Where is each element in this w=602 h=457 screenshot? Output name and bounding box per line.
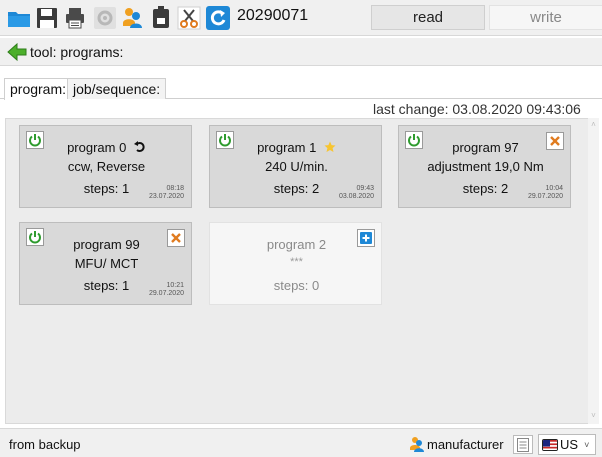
- program-timestamp: 08:18 23.07.2020: [148, 185, 184, 200]
- program-title: program 0: [20, 140, 193, 156]
- chevron-down-icon: ˅: [584, 439, 590, 450]
- write-button[interactable]: write: [489, 5, 602, 30]
- program-steps: steps: 0: [273, 278, 320, 293]
- program-title: program 97: [452, 140, 519, 155]
- document-icon[interactable]: [513, 435, 533, 454]
- last-change-label: last change: 03.08.2020 09:43:06: [373, 101, 581, 117]
- save-icon[interactable]: [34, 4, 60, 31]
- program-description: adjustment 19,0 Nm: [427, 159, 544, 174]
- program-card-3[interactable]: program 99 MFU/ MCT steps: 1 10:21 29.07.…: [19, 222, 192, 305]
- refresh-icon[interactable]: [205, 4, 231, 31]
- program-card-2[interactable]: program 97 adjustment 19,0 Nm steps: 2 1…: [398, 125, 571, 208]
- star-icon: [324, 141, 336, 156]
- program-title: program 2: [266, 237, 327, 252]
- reverse-rotation-icon: [133, 141, 146, 156]
- path-bar: tool: programs:: [0, 38, 602, 66]
- program-description: MFU/ MCT: [74, 256, 139, 271]
- tab-program[interactable]: program:: [4, 78, 73, 100]
- language-select[interactable]: US ˅: [538, 434, 596, 455]
- path-label: tool: programs:: [30, 44, 124, 60]
- program-title: program 99: [73, 237, 140, 252]
- program-description: 240 U/min.: [265, 159, 328, 174]
- print-icon[interactable]: [62, 4, 88, 31]
- scrollbar[interactable]: ˄ ˅: [588, 118, 599, 424]
- tab-bar: program: job/sequence:: [0, 78, 602, 100]
- user-role-label[interactable]: manufacturer: [427, 437, 504, 452]
- users-icon[interactable]: [120, 4, 146, 31]
- read-button[interactable]: read: [371, 5, 485, 30]
- data-source-label: from backup: [9, 437, 81, 452]
- cut-icon[interactable]: [176, 4, 202, 31]
- toolbar: 20290071 read write: [0, 0, 602, 36]
- device-identifier: 20290071: [237, 7, 309, 24]
- language-label: US: [560, 437, 579, 452]
- program-card-1[interactable]: program 1 240 U/min. steps: 2 09:43 03.08…: [209, 125, 382, 208]
- status-bar: from backup manufacturer US ˅: [0, 428, 602, 457]
- scroll-up-icon[interactable]: ˄: [590, 121, 597, 129]
- program-description: ***: [290, 256, 303, 268]
- us-flag-icon: [542, 438, 558, 451]
- program-title: program 1: [210, 140, 383, 156]
- program-description: ccw, Reverse: [67, 159, 146, 174]
- folder-icon[interactable]: [6, 4, 32, 31]
- settings-icon[interactable]: [92, 4, 118, 31]
- program-card-4[interactable]: program 2 *** steps: 0: [209, 222, 382, 305]
- scroll-down-icon[interactable]: ˅: [590, 412, 597, 420]
- program-timestamp: 10:21 29.07.2020: [148, 282, 184, 297]
- tab-job-sequence[interactable]: job/sequence:: [67, 78, 167, 99]
- program-timestamp: 09:43 03.08.2020: [338, 185, 374, 200]
- user-icon: [409, 436, 425, 452]
- tool-icon[interactable]: [148, 4, 174, 31]
- program-card-0[interactable]: program 0 ccw, Reverse steps: 1 08:18 23.…: [19, 125, 192, 208]
- back-arrow-icon[interactable]: [6, 41, 28, 63]
- program-timestamp: 10:04 29.07.2020: [527, 185, 563, 200]
